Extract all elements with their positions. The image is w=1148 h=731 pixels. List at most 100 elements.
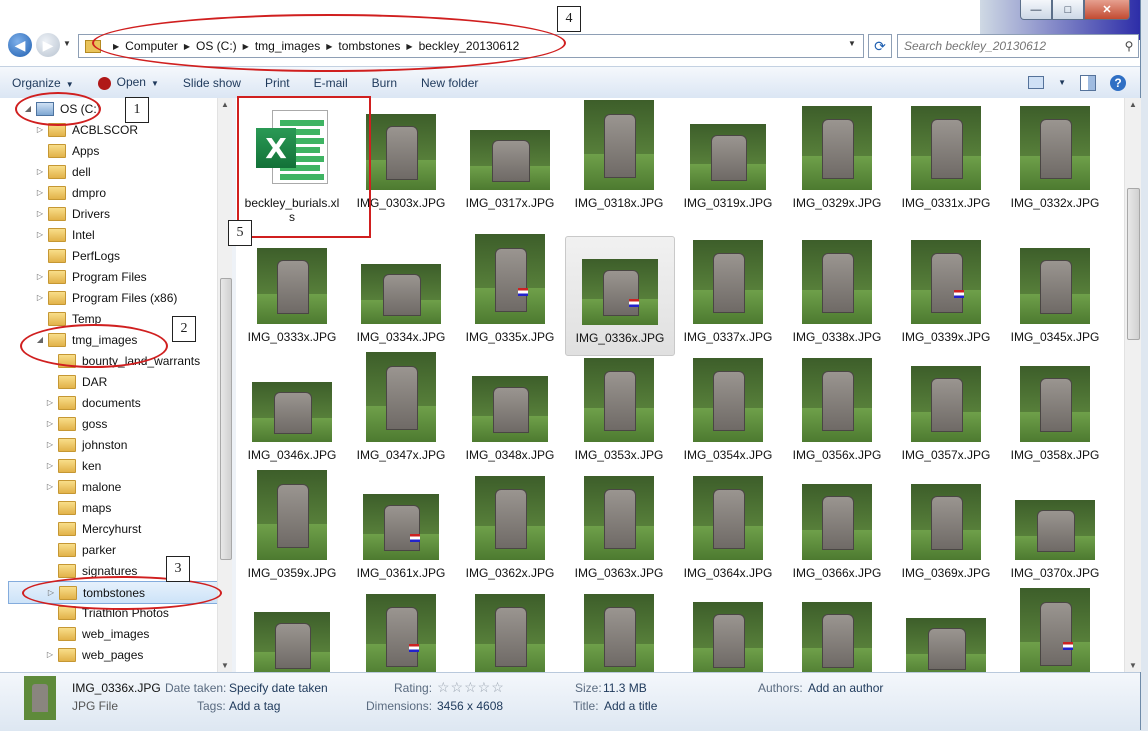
- tree-item[interactable]: ▷ Program Files (x86): [34, 287, 177, 308]
- refresh-icon[interactable]: ⟳: [868, 34, 892, 58]
- scroll-up-icon[interactable]: ▲: [221, 100, 229, 109]
- file-tile-image[interactable]: IMG_0366x.JPG: [783, 472, 891, 590]
- file-tile-image[interactable]: IMG_0319x.JPG: [674, 102, 782, 220]
- tree-item[interactable]: Apps: [34, 140, 99, 161]
- tree-item[interactable]: ▷ goss: [44, 413, 107, 434]
- tree-item[interactable]: ▷ web_pages: [44, 644, 143, 665]
- title-value[interactable]: Add a title: [604, 699, 657, 713]
- expand-arrow-icon[interactable]: ▷: [34, 272, 46, 281]
- search-box[interactable]: ⚲: [897, 34, 1139, 58]
- scroll-up-icon[interactable]: ▲: [1129, 100, 1137, 109]
- search-icon[interactable]: ⚲: [1120, 39, 1138, 53]
- file-tile-image[interactable]: IMG_0356x.JPG: [783, 354, 891, 472]
- expand-arrow-icon[interactable]: ▷: [34, 293, 46, 302]
- file-tile-image[interactable]: IMG_0348x.JPG: [456, 354, 564, 472]
- tree-item[interactable]: ▷ dmpro: [34, 182, 106, 203]
- file-tile-image[interactable]: IMG_0331x.JPG: [892, 102, 1000, 220]
- scroll-down-icon[interactable]: ▼: [221, 661, 229, 670]
- file-tile-image[interactable]: IMG_0337x.JPG: [674, 236, 782, 354]
- tags-value[interactable]: Add a tag: [229, 699, 280, 713]
- file-tile-image[interactable]: [783, 590, 891, 672]
- tree-item[interactable]: ▷ Drivers: [34, 203, 110, 224]
- expand-arrow-icon[interactable]: ▷: [44, 650, 56, 659]
- file-tile-image[interactable]: [892, 590, 1000, 672]
- file-tile-image[interactable]: [565, 590, 673, 672]
- slideshow-button[interactable]: Slide show: [171, 76, 253, 90]
- authors-value[interactable]: Add an author: [808, 681, 883, 695]
- file-tile-image[interactable]: IMG_0335x.JPG: [456, 234, 564, 354]
- email-button[interactable]: E-mail: [302, 76, 360, 90]
- organize-menu[interactable]: Organize ▼: [0, 76, 86, 90]
- expand-arrow-icon[interactable]: ▷: [44, 419, 56, 428]
- recent-pages-dropdown-icon[interactable]: ▼: [63, 39, 71, 48]
- file-tile-image[interactable]: [674, 590, 782, 672]
- file-tile-image[interactable]: [456, 590, 564, 672]
- preview-pane-icon[interactable]: [1080, 74, 1096, 91]
- tree-item[interactable]: Mercyhurst: [44, 518, 141, 539]
- date-taken-value[interactable]: Specify date taken: [229, 681, 328, 695]
- help-icon[interactable]: ?: [1110, 74, 1126, 91]
- forward-arrow-icon[interactable]: ▶: [36, 33, 60, 57]
- file-tile-image[interactable]: IMG_0357x.JPG: [892, 354, 1000, 472]
- minimize-button[interactable]: —: [1020, 0, 1052, 20]
- file-tile-image[interactable]: [1001, 588, 1109, 672]
- new-folder-button[interactable]: New folder: [409, 76, 490, 90]
- tree-item[interactable]: ▷ Program Files: [34, 266, 147, 287]
- search-input[interactable]: [898, 38, 1120, 54]
- expand-arrow-icon[interactable]: ▷: [44, 398, 56, 407]
- file-tile-image[interactable]: IMG_0362x.JPG: [456, 472, 564, 590]
- file-tile-image[interactable]: IMG_0370x.JPG: [1001, 472, 1109, 590]
- file-tile-image[interactable]: IMG_0369x.JPG: [892, 472, 1000, 590]
- file-tile-image[interactable]: IMG_0363x.JPG: [565, 472, 673, 590]
- tree-item[interactable]: DAR: [44, 371, 107, 392]
- change-view-icon[interactable]: [1028, 76, 1045, 89]
- print-button[interactable]: Print: [253, 76, 302, 90]
- expand-arrow-icon[interactable]: ▷: [44, 461, 56, 470]
- tree-item[interactable]: parker: [44, 539, 116, 560]
- file-tile-image[interactable]: IMG_0329x.JPG: [783, 102, 891, 220]
- tree-item[interactable]: PerfLogs: [34, 245, 120, 266]
- expand-arrow-icon[interactable]: ▷: [34, 209, 46, 218]
- close-button[interactable]: ✕: [1084, 0, 1130, 20]
- tree-item[interactable]: maps: [44, 497, 111, 518]
- rating-stars[interactable]: ☆☆☆☆☆: [437, 679, 505, 696]
- tree-item[interactable]: ▷ ken: [44, 455, 101, 476]
- back-arrow-icon[interactable]: ◀: [8, 33, 32, 57]
- tree-item[interactable]: web_images: [44, 623, 149, 644]
- file-list-scrollbar[interactable]: ▲ ▼: [1124, 98, 1141, 672]
- tree-item[interactable]: ▷ documents: [44, 392, 141, 413]
- expand-arrow-icon[interactable]: ▷: [34, 230, 46, 239]
- burn-button[interactable]: Burn: [360, 76, 409, 90]
- file-tile-image[interactable]: IMG_0333x.JPG: [238, 236, 346, 354]
- file-tile-image[interactable]: IMG_0347x.JPG: [347, 352, 455, 472]
- file-tile-image[interactable]: [347, 590, 455, 672]
- expand-arrow-icon[interactable]: ▷: [44, 482, 56, 491]
- address-dropdown-icon[interactable]: ▼: [848, 39, 856, 48]
- file-list-scroll-thumb[interactable]: [1127, 188, 1140, 340]
- file-tile-image[interactable]: [238, 590, 346, 672]
- scroll-down-icon[interactable]: ▼: [1129, 661, 1137, 670]
- file-tile-image[interactable]: IMG_0353x.JPG: [565, 354, 673, 472]
- file-tile-image[interactable]: IMG_0317x.JPG: [456, 102, 564, 220]
- expand-arrow-icon[interactable]: ▷: [34, 167, 46, 176]
- file-tile-image[interactable]: IMG_0334x.JPG: [347, 236, 455, 354]
- file-tile-image[interactable]: IMG_0318x.JPG: [565, 100, 673, 220]
- expand-arrow-icon[interactable]: ▷: [34, 188, 46, 197]
- file-tile-image[interactable]: IMG_0339x.JPG: [892, 236, 1000, 354]
- open-menu[interactable]: Open ▼: [86, 75, 171, 90]
- tree-item[interactable]: ▷ johnston: [44, 434, 127, 455]
- file-tile-image[interactable]: IMG_0354x.JPG: [674, 354, 782, 472]
- navigation-scroll-thumb[interactable]: [220, 278, 232, 560]
- file-tile-image[interactable]: IMG_0346x.JPG: [238, 354, 346, 472]
- file-tile-image[interactable]: IMG_0361x.JPG: [347, 472, 455, 590]
- file-tile-image[interactable]: IMG_0364x.JPG: [674, 472, 782, 590]
- expand-arrow-icon[interactable]: ▷: [44, 440, 56, 449]
- view-dropdown-icon[interactable]: ▼: [1058, 78, 1066, 87]
- tree-item[interactable]: ▷ dell: [34, 161, 91, 182]
- tree-item[interactable]: ▷ Intel: [34, 224, 95, 245]
- file-tile-image[interactable]: IMG_0359x.JPG: [238, 470, 346, 590]
- maximize-button[interactable]: □: [1052, 0, 1084, 20]
- file-tile-image[interactable]: IMG_0332x.JPG: [1001, 102, 1109, 220]
- navigation-scrollbar[interactable]: ▲ ▼: [217, 98, 233, 672]
- tree-item[interactable]: ▷ malone: [44, 476, 121, 497]
